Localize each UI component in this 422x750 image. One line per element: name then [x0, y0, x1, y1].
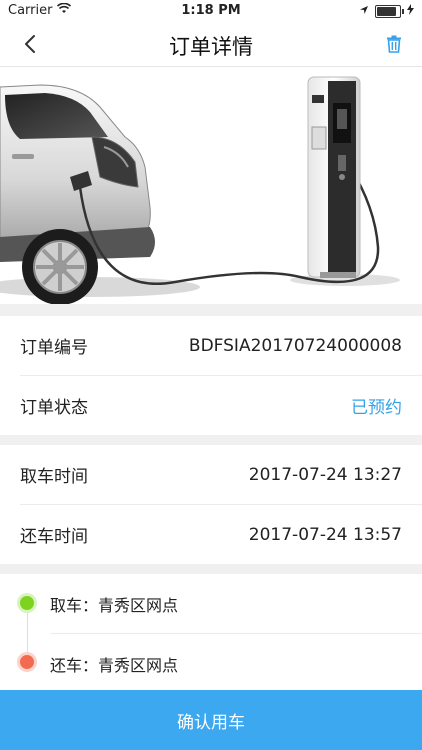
return-location-row: 还车：青秀区网点	[50, 634, 422, 693]
pickup-time-value: 2017-07-24 13:27	[248, 464, 402, 485]
order-status-row: 订单状态 已预约	[20, 376, 422, 435]
timeline-line	[27, 610, 28, 660]
location-section: 取车：青秀区网点 还车：青秀区网点	[0, 574, 422, 690]
status-bar: Carrier 1:18 PM	[0, 0, 422, 22]
order-status-value: 已预约	[351, 398, 402, 418]
battery-icon	[375, 5, 404, 18]
order-number-row: 订单编号 BDFSIA20170724000008	[20, 316, 422, 376]
trash-icon	[387, 35, 401, 53]
time-section: 取车时间 2017-07-24 13:27 还车时间 2017-07-24 13…	[0, 445, 422, 564]
location-arrow-icon	[359, 4, 369, 19]
order-status-label: 订单状态	[20, 398, 88, 418]
status-right	[359, 4, 414, 19]
delete-button[interactable]	[380, 30, 408, 58]
order-number-label: 订单编号	[20, 338, 88, 358]
pickup-location-text: 取车：青秀区网点	[50, 595, 179, 615]
page-title: 订单详情	[169, 35, 253, 59]
return-time-label: 还车时间	[20, 527, 88, 547]
order-info-section: 订单编号 BDFSIA20170724000008 订单状态 已预约	[0, 316, 422, 435]
return-time-row: 还车时间 2017-07-24 13:57	[20, 505, 422, 564]
pickup-location-row: 取车：青秀区网点	[50, 574, 422, 634]
return-time-value: 2017-07-24 13:57	[248, 524, 402, 545]
pickup-time-row: 取车时间 2017-07-24 13:27	[20, 445, 422, 505]
charging-icon	[407, 4, 414, 19]
return-location-text: 还车：青秀区网点	[50, 655, 179, 675]
confirm-use-car-button[interactable]: 确认用车	[0, 690, 422, 750]
hero-image	[0, 67, 422, 304]
navigation-bar: 订单详情	[0, 22, 422, 67]
order-number-value: BDFSIA20170724000008	[188, 335, 402, 356]
pickup-time-label: 取车时间	[20, 467, 88, 487]
return-dot-icon	[20, 655, 34, 669]
pickup-dot-icon	[20, 596, 34, 610]
